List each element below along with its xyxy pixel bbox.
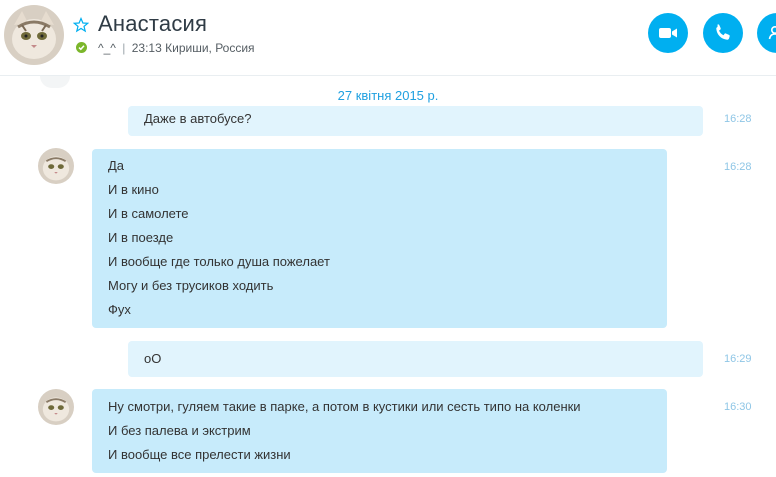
contact-status-line: ^_^ | 23:13 Кириши, Россия	[98, 41, 255, 55]
video-call-icon	[659, 28, 677, 38]
contact-avatar-small[interactable]	[38, 389, 74, 425]
message-bubble-outgoing[interactable]: оО	[128, 341, 703, 377]
message-bubble-incoming[interactable]: Ну смотри, гуляем такие в парке, а потом…	[92, 389, 667, 473]
local-time: 23:13	[131, 41, 162, 55]
message-line: И в самолете	[108, 206, 189, 221]
message-line: Ну смотри, гуляем такие в парке, а потом…	[108, 399, 581, 414]
message-line: И в кино	[108, 182, 159, 197]
message-timestamp: 16:29	[724, 353, 752, 365]
status-separator: |	[122, 41, 126, 55]
message-bubble-incoming[interactable]: Да И в кино И в самолете И в поезде И во…	[92, 149, 667, 328]
message-line: И в поезде	[108, 230, 174, 245]
mood-message: ^_^	[98, 41, 116, 55]
message-line: Могу и без трусиков ходить	[108, 278, 274, 293]
message-timestamp: 16:30	[724, 401, 752, 413]
favorite-star-icon[interactable]	[72, 16, 90, 33]
message-line: И вообще все прелести жизни	[108, 447, 291, 462]
message-bubble-outgoing[interactable]: Даже в автобусе?	[128, 106, 703, 136]
message-timestamp: 16:28	[724, 161, 752, 173]
scrolled-avatar-edge	[40, 76, 70, 88]
online-status-icon	[76, 42, 87, 53]
message-line: И без палева и экстрим	[108, 423, 251, 438]
message-line: Да	[108, 158, 125, 173]
phone-icon	[716, 24, 730, 40]
contact-name: Анастасия	[98, 11, 208, 36]
conversation-header: Анастасия ^_^ | 23:13 Кириши, Россия	[0, 0, 776, 76]
message-text: оО	[144, 351, 162, 366]
message-line: И вообще где только душа пожелает	[108, 254, 330, 269]
add-people-button[interactable]	[757, 13, 776, 53]
message-text: Даже в автобусе?	[144, 111, 252, 126]
message-line: Фух	[108, 302, 131, 317]
contact-avatar-small[interactable]	[38, 148, 74, 184]
message-timestamp: 16:28	[724, 113, 752, 125]
video-call-button[interactable]	[648, 13, 688, 53]
contact-location: Кириши, Россия	[165, 41, 255, 55]
date-separator: 27 квітня 2015 р.	[337, 88, 439, 103]
add-contact-icon	[768, 26, 776, 40]
voice-call-button[interactable]	[703, 13, 743, 53]
contact-avatar[interactable]	[4, 5, 64, 65]
